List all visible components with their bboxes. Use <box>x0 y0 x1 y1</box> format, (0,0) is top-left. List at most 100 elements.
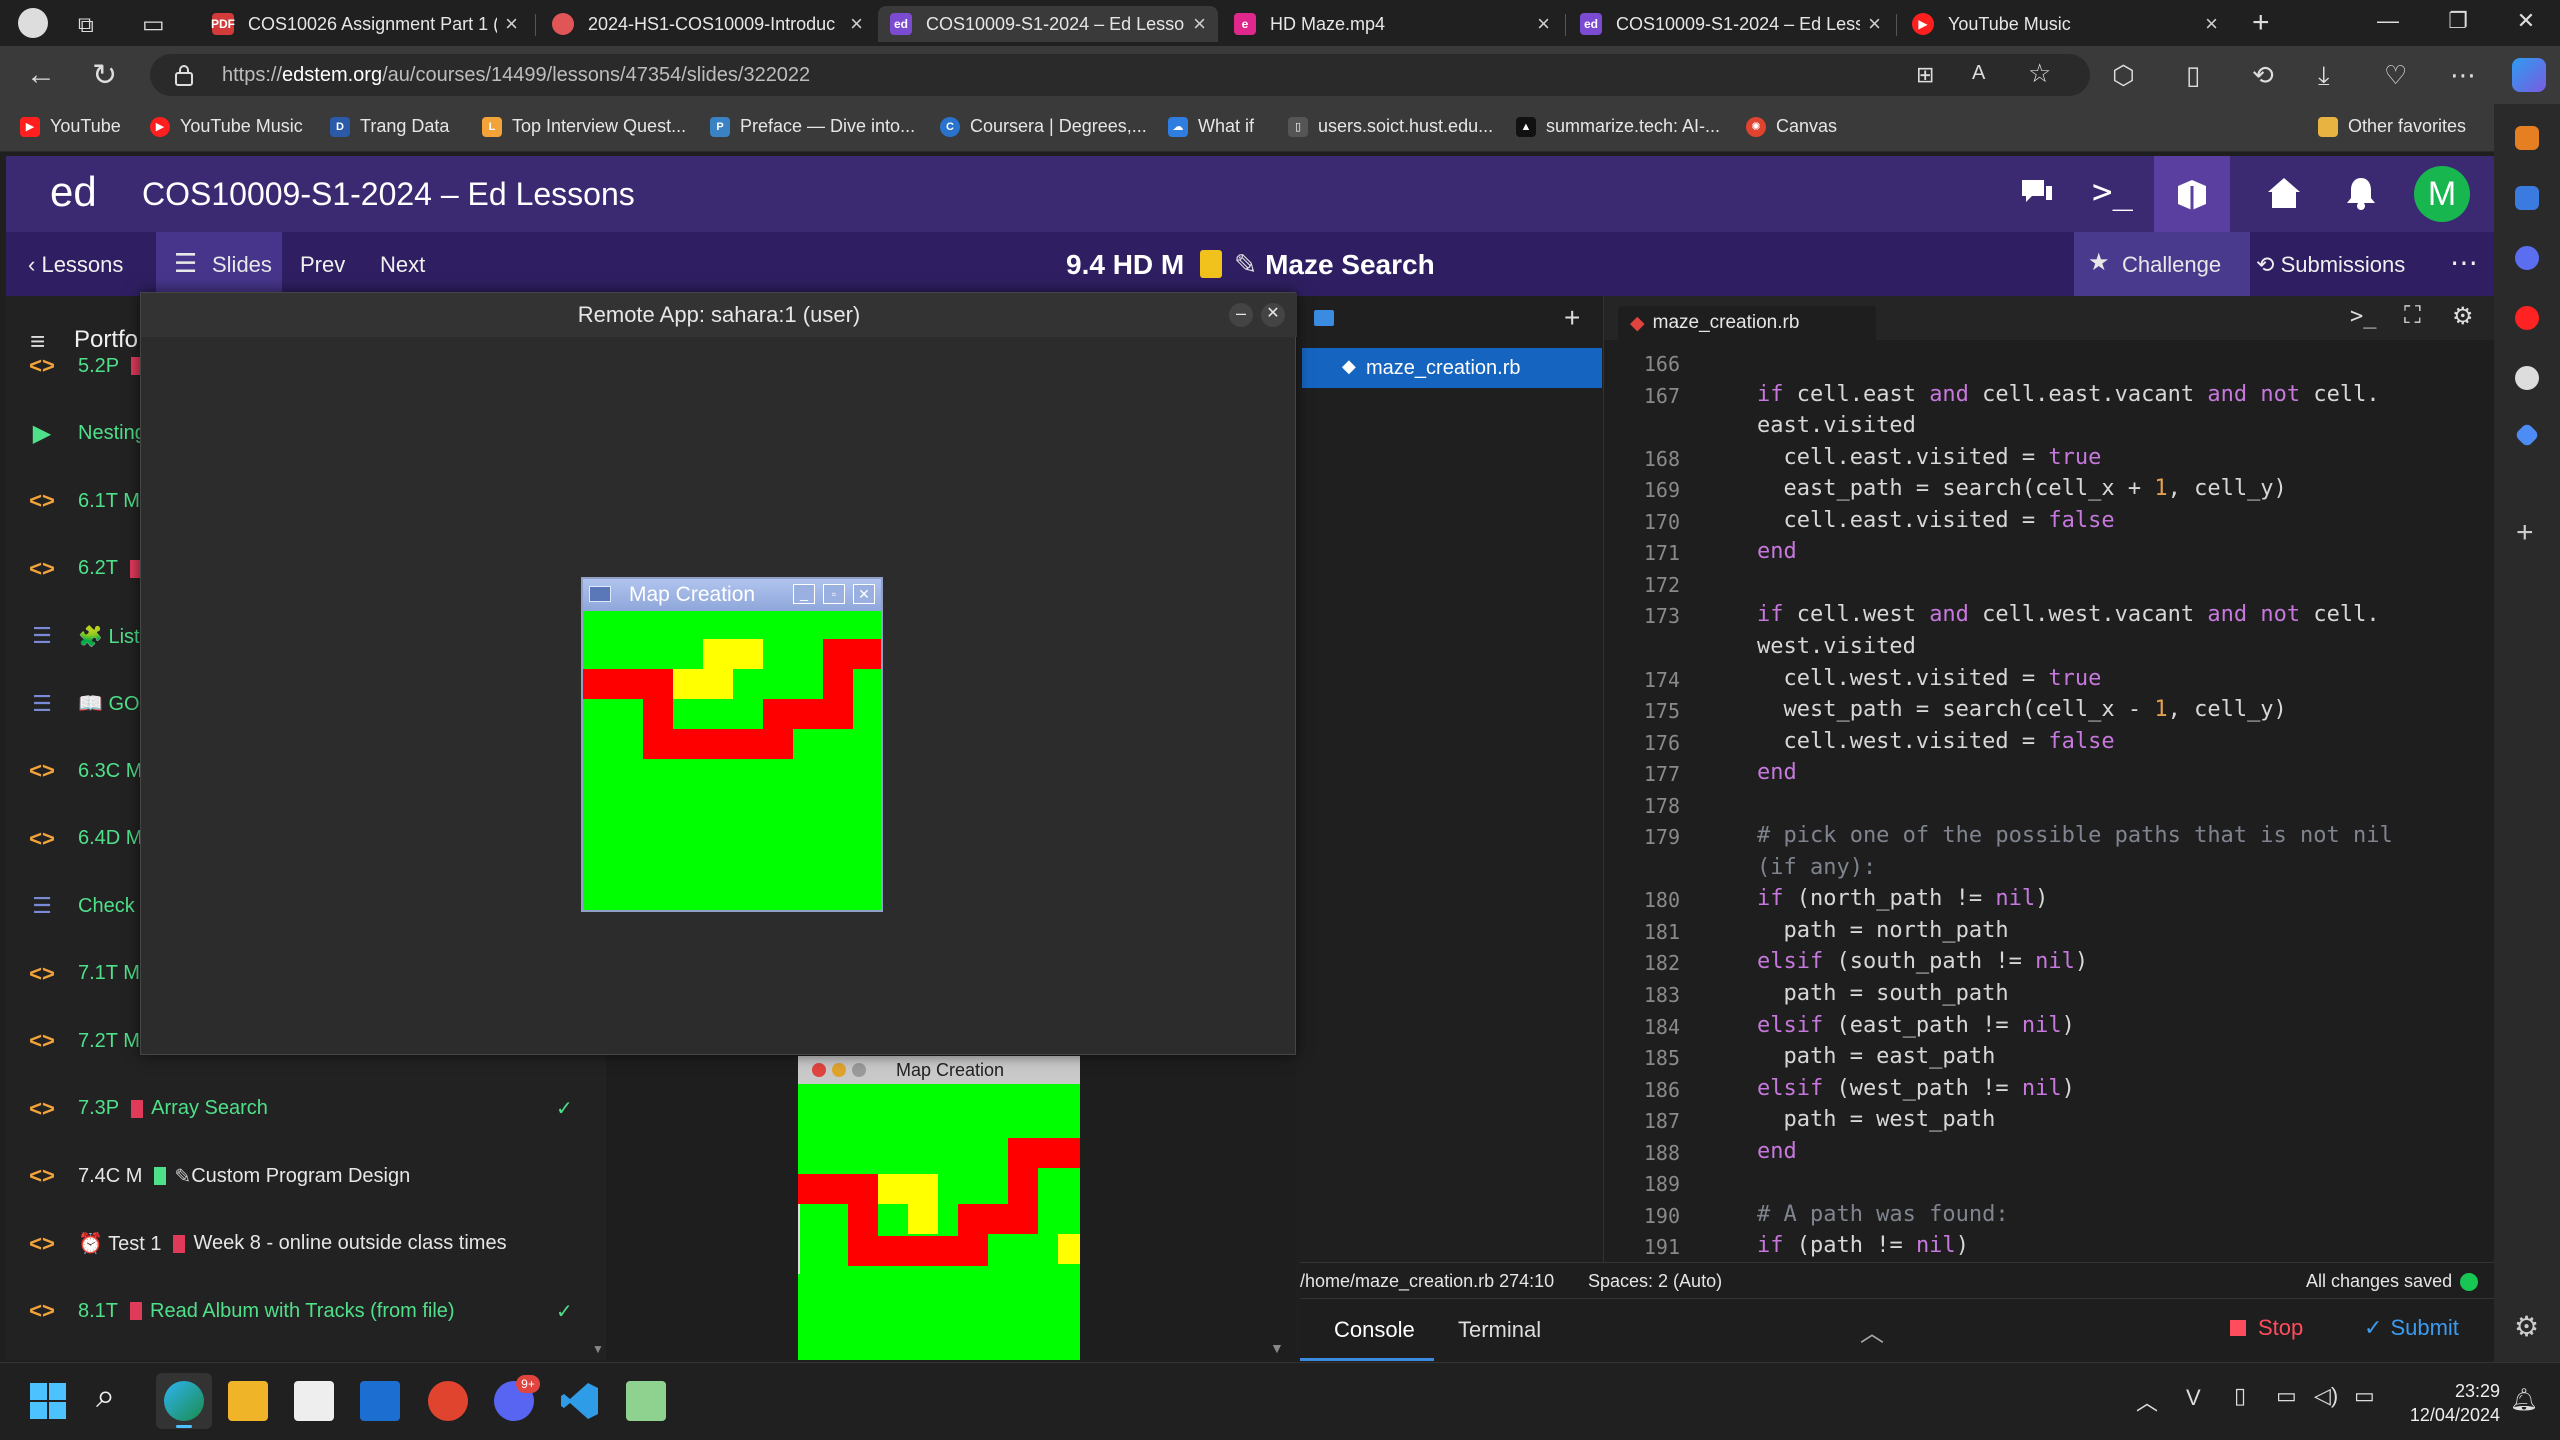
editor-file-tab[interactable]: ◆ maze_creation.rb <box>1618 306 1876 340</box>
messenger-icon[interactable] <box>2515 246 2539 270</box>
new-tab-button[interactable]: + <box>2252 6 2270 40</box>
indentation-setting[interactable]: Spaces: 2 (Auto) <box>1588 1271 1722 1292</box>
next-button[interactable]: Next <box>380 252 425 278</box>
remote-app-icon[interactable] <box>626 1381 666 1421</box>
vscode-icon[interactable] <box>560 1381 600 1421</box>
code-line[interactable]: elsif (east_path != nil) <box>1704 1013 2075 1038</box>
apps-icon[interactable]: ⊞ <box>1916 62 1934 88</box>
browser-tab[interactable]: e HD Maze.mp4 × <box>1222 6 1562 42</box>
profile-icon[interactable] <box>18 8 48 38</box>
refresh-button[interactable]: ↻ <box>92 58 117 93</box>
tab-actions-icon[interactable]: ▭ <box>142 10 165 39</box>
code-line[interactable]: elsif (south_path != nil) <box>1704 949 2088 974</box>
favorite-link[interactable]: ☁ What if <box>1168 116 1254 137</box>
favorite-link[interactable]: ▲ summarize.tech: AI-... <box>1516 116 1720 137</box>
lessons-nav-button[interactable] <box>2154 156 2230 232</box>
new-file-icon[interactable]: + <box>1564 302 1580 334</box>
back-button[interactable]: ← <box>26 58 56 92</box>
taskbar-edge-active[interactable] <box>156 1373 212 1429</box>
chatgpt-icon[interactable] <box>2515 366 2539 390</box>
maximize-dot-icon[interactable] <box>852 1063 866 1077</box>
terminal-tab[interactable]: Terminal <box>1458 1317 1541 1343</box>
favorite-link[interactable]: ✺ Canvas <box>1746 116 1837 137</box>
code-line[interactable]: west.visited <box>1704 634 1916 659</box>
add-sidebar-app-icon[interactable]: + <box>2516 516 2534 550</box>
battery-icon[interactable]: ▭ <box>2354 1383 2375 1409</box>
close-window-icon[interactable]: ✕ <box>2496 8 2556 34</box>
browser-tab-active[interactable]: ed COS10009-S1-2024 – Ed Lesso × <box>878 6 1218 42</box>
code-line[interactable]: east_path = search(cell_x + 1, cell_y) <box>1704 476 2286 501</box>
fullscreen-icon[interactable]: ⛶ <box>2404 302 2421 330</box>
vpn-icon[interactable]: V <box>2186 1385 2201 1411</box>
favorite-link[interactable]: ▶ YouTube Music <box>150 116 303 137</box>
code-line[interactable]: # pick one of the possible paths that is… <box>1704 823 2393 848</box>
youtube-music-icon[interactable] <box>2515 306 2539 330</box>
lesson-list-item[interactable]: <> 8.1T Read Album with Tracks (from file)… <box>6 1291 606 1331</box>
lesson-list-item[interactable]: <> 7.4C M ✎ Custom Program Design <box>6 1156 606 1196</box>
code-line[interactable]: path = east_path <box>1704 1044 1995 1069</box>
code-line[interactable]: if cell.west and cell.west.vacant and no… <box>1704 602 2380 627</box>
restore-icon[interactable]: ❐ <box>2428 8 2488 34</box>
extensions-icon[interactable]: ⬡ <box>2112 60 2135 91</box>
code-line[interactable]: cell.west.visited = true <box>1704 666 2101 691</box>
close-icon[interactable]: ✕ <box>853 584 875 604</box>
canvas-app-icon[interactable] <box>428 1381 468 1421</box>
downloads-icon[interactable]: ⤓ <box>2318 60 2330 92</box>
minimize-icon[interactable]: _ <box>793 584 815 604</box>
favorite-link[interactable]: ▯ users.soict.hust.edu... <box>1288 116 1493 137</box>
code-line[interactable]: west_path = search(cell_x - 1, cell_y) <box>1704 697 2286 722</box>
discord-icon[interactable]: 9+ <box>494 1375 540 1421</box>
close-icon[interactable]: × <box>1193 11 1206 37</box>
code-line[interactable]: if cell.east and cell.east.vacant and no… <box>1704 382 2380 407</box>
clock-date[interactable]: 12/04/2024 <box>2380 1405 2500 1426</box>
lesson-list-item[interactable]: <> ⏰ Test 1 Week 8 - online outside class … <box>6 1224 606 1264</box>
slides-button[interactable]: ☰ Slides <box>156 232 282 296</box>
favorite-link[interactable]: L Top Interview Quest... <box>482 116 686 137</box>
url-field[interactable]: https://edstem.org/au/courses/14499/less… <box>150 54 2090 96</box>
browser-tab[interactable]: 2024-HS1-COS10009-Introduc × <box>540 6 875 42</box>
favorite-star-icon[interactable]: ☆ <box>2028 58 2051 89</box>
close-icon[interactable]: × <box>850 11 863 37</box>
show-hidden-icons[interactable]: ︿ <box>2136 1385 2158 1417</box>
code-line[interactable]: end <box>1704 760 1797 785</box>
window-titlebar[interactable]: Map Creation <box>798 1056 1080 1084</box>
outlook-icon[interactable] <box>360 1381 400 1421</box>
code-line[interactable]: cell.east.visited = false <box>1704 508 2114 533</box>
read-aloud-icon[interactable]: A <box>1972 62 1985 85</box>
code-line[interactable]: end <box>1704 539 1797 564</box>
close-icon[interactable]: × <box>1537 11 1550 37</box>
close-icon[interactable]: × <box>2205 11 2218 37</box>
code-line[interactable]: path = south_path <box>1704 981 2008 1006</box>
code-line[interactable]: path = west_path <box>1704 1107 1995 1132</box>
home-icon[interactable] <box>2266 176 2302 210</box>
expand-icon[interactable]: ︿ <box>1860 1313 1884 1348</box>
code-line[interactable]: (if any): <box>1704 855 1876 880</box>
close-icon[interactable]: ✕ <box>1261 303 1285 327</box>
stop-button[interactable]: Stop <box>2230 1315 2303 1341</box>
code-line[interactable]: end <box>1704 1139 1797 1164</box>
copilot-sidebar-icon[interactable] <box>2515 186 2539 210</box>
minimize-icon[interactable]: — <box>2358 8 2418 34</box>
clock-time[interactable]: 23:29 <box>2400 1381 2500 1402</box>
more-options-icon[interactable]: ⋯ <box>2450 246 2478 279</box>
bell-icon[interactable] <box>2346 176 2376 210</box>
code-editor[interactable]: ◆ maze_creation.rb >_ ⛶ ⚙ 166 167 if cell… <box>1604 296 2494 1262</box>
map-creation-window[interactable]: Map Creation _ ▫ ✕ <box>581 577 883 912</box>
notification-bell-icon[interactable]: 🔔︎ <box>2510 1387 2538 1413</box>
usb-icon[interactable]: ▯ <box>2234 1383 2246 1409</box>
submit-button[interactable]: ✓ Submit <box>2364 1315 2459 1341</box>
toolbox-icon[interactable] <box>2515 126 2539 150</box>
other-favorites[interactable]: Other favorites <box>2318 116 2466 137</box>
code-line[interactable]: cell.east.visited = true <box>1704 445 2101 470</box>
window-titlebar[interactable]: Map Creation _ ▫ ✕ <box>583 579 881 611</box>
code-line[interactable]: if (north_path != nil) <box>1704 886 2048 911</box>
favorite-link[interactable]: D Trang Data <box>330 116 449 137</box>
code-line[interactable]: east.visited <box>1704 413 1916 438</box>
volume-icon[interactable]: ◁) <box>2314 1383 2338 1409</box>
file-explorer-icon[interactable] <box>228 1381 268 1421</box>
browser-tab[interactable]: PDF COS10026 Assignment Part 1 ( × <box>200 6 530 42</box>
avatar[interactable]: M <box>2414 166 2470 222</box>
code-line[interactable]: cell.west.visited = false <box>1704 729 2114 754</box>
favorite-link[interactable]: C Coursera | Degrees,... <box>940 116 1147 137</box>
windows-start-icon[interactable] <box>28 1381 68 1421</box>
